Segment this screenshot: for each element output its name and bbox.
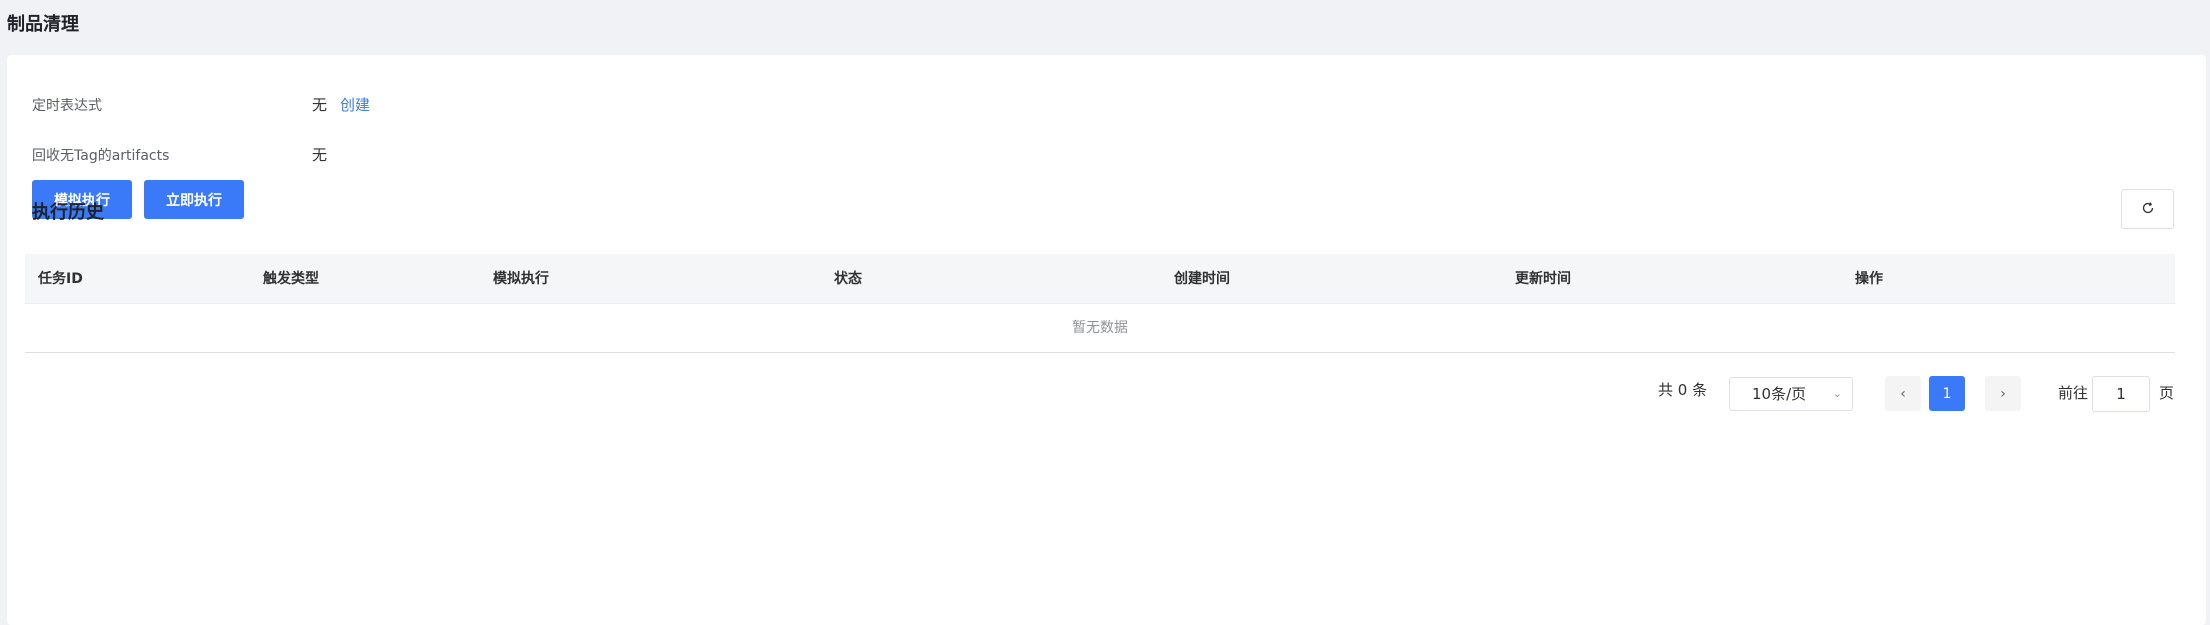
cron-value: 无 [312,96,328,114]
chevron-left-icon: ‹ [1900,385,1906,402]
col-task-id: 任务ID [38,271,83,287]
col-actions: 操作 [1855,271,1883,287]
untagged-label: 回收无Tag的artifacts [32,148,170,164]
prev-page-button[interactable]: ‹ [1885,376,1921,411]
col-updated-time: 更新时间 [1515,271,1571,287]
create-cron-link[interactable]: 创建 [340,94,370,115]
chevron-down-icon: ⌄ [1832,387,1842,400]
col-dry-run: 模拟执行 [493,271,549,287]
table-empty-text: 暂无数据 [25,304,2175,353]
pagination-total: 共 0 条 [1658,381,1708,399]
page-size-value: 10条/页 [1752,385,1807,403]
goto-prefix: 前往 [2058,384,2089,402]
history-title: 执行历史 [32,202,104,223]
chevron-right-icon: › [2000,385,2006,402]
page-title: 制品清理 [7,14,79,35]
col-trigger-type: 触发类型 [263,271,319,287]
goto-page-input[interactable] [2092,376,2150,412]
history-table-header: 任务ID 触发类型 模拟执行 状态 创建时间 更新时间 操作 [25,254,2175,304]
page-number-button[interactable]: 1 [1929,376,1965,411]
next-page-button[interactable]: › [1985,376,2021,411]
refresh-icon [2141,200,2155,219]
goto-suffix: 页 [2159,384,2175,402]
cron-label: 定时表达式 [32,98,102,114]
refresh-button[interactable] [2121,189,2174,229]
page-size-select[interactable]: 10条/页 ⌄ [1729,377,1853,411]
untagged-value: 无 [312,146,328,164]
col-created-time: 创建时间 [1174,271,1230,287]
run-now-button[interactable]: 立即执行 [144,180,244,219]
col-status: 状态 [834,271,862,287]
